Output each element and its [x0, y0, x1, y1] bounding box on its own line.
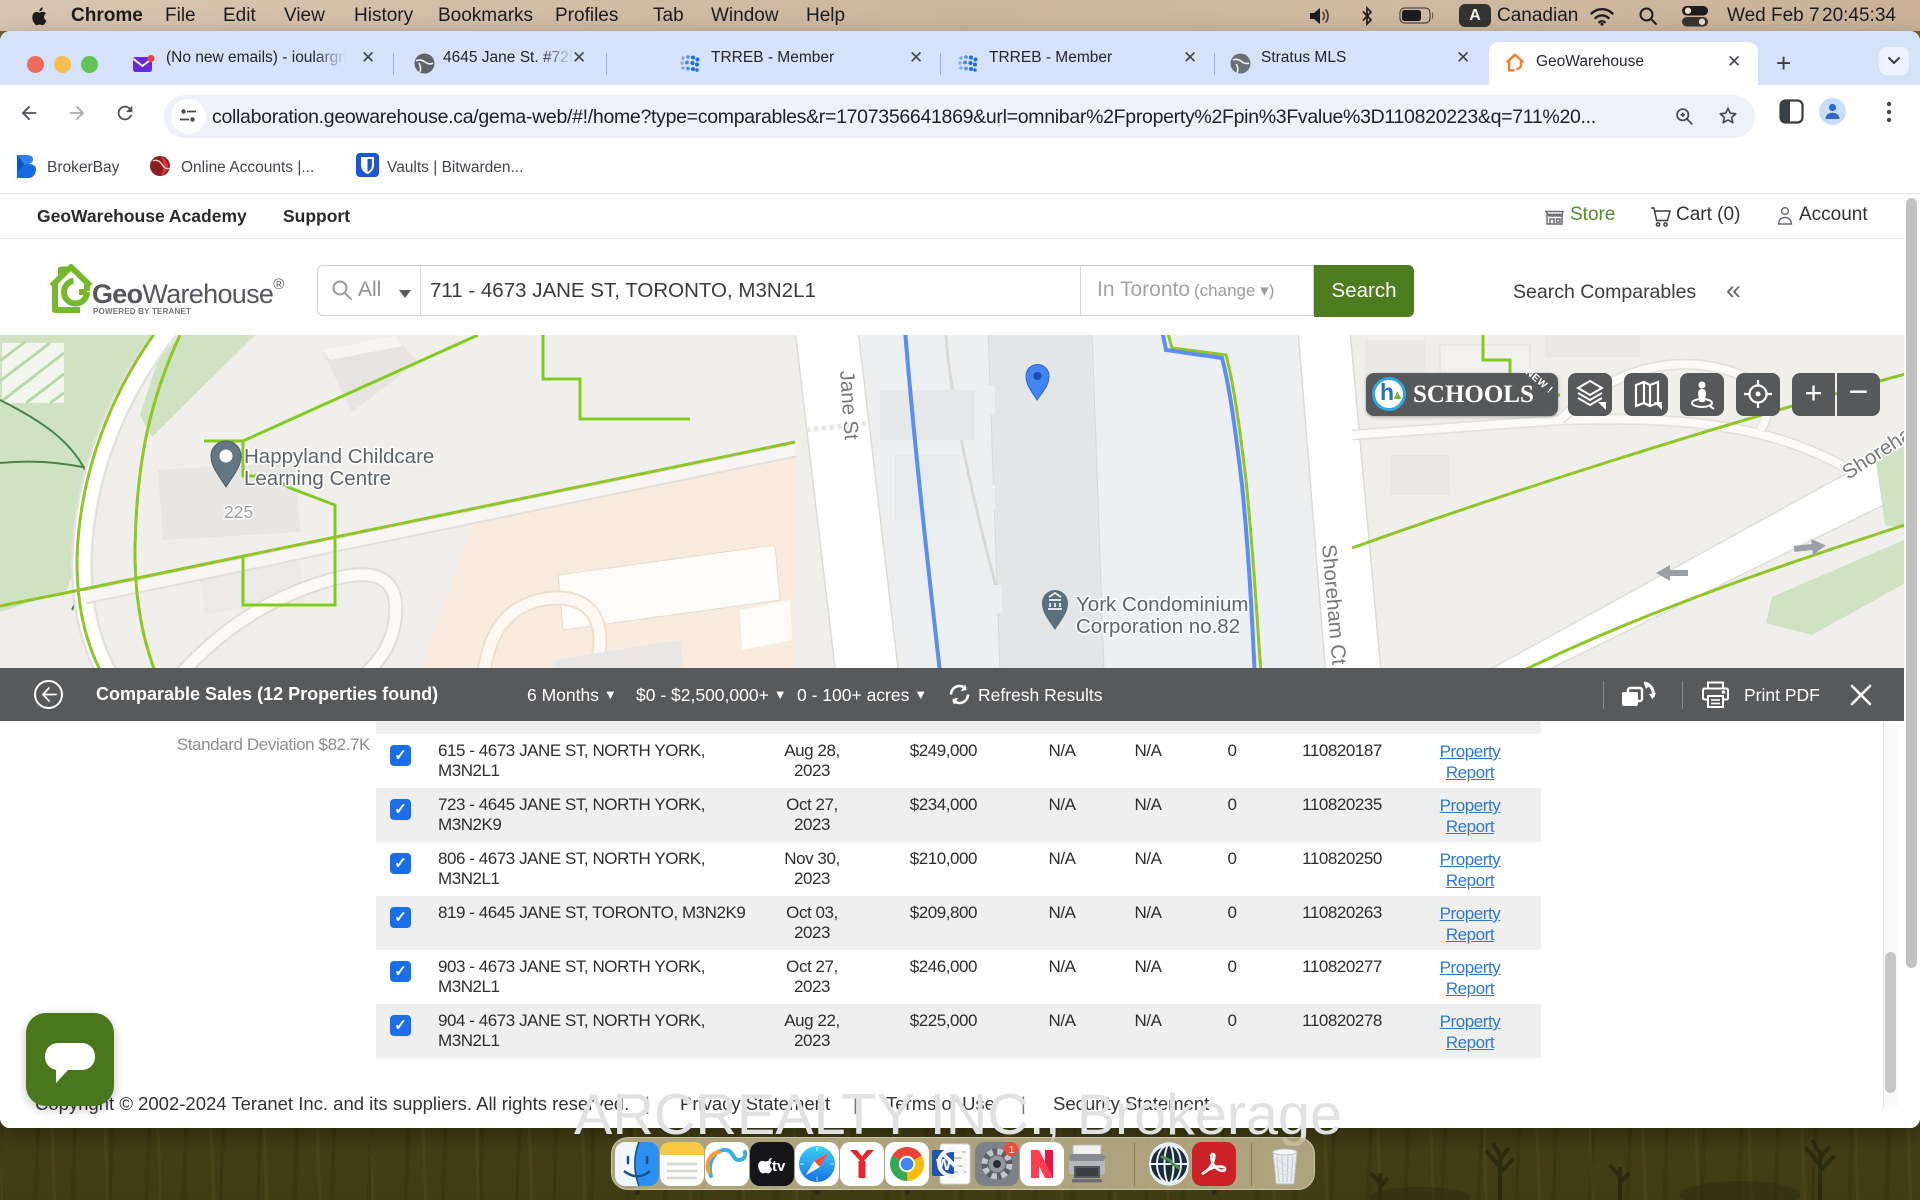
- svg-text:1: 1: [1009, 1144, 1015, 1156]
- svg-text:tv: tv: [772, 1158, 786, 1175]
- svg-text:Learning Centre: Learning Centre: [244, 467, 391, 490]
- svg-text:Happyland Childcare: Happyland Childcare: [244, 445, 434, 468]
- svg-text:Corporation no.82: Corporation no.82: [1076, 615, 1240, 638]
- svg-text:Jane St: Jane St: [835, 370, 863, 441]
- svg-text:York Condominium: York Condominium: [1076, 593, 1248, 616]
- svg-text:225: 225: [224, 502, 253, 522]
